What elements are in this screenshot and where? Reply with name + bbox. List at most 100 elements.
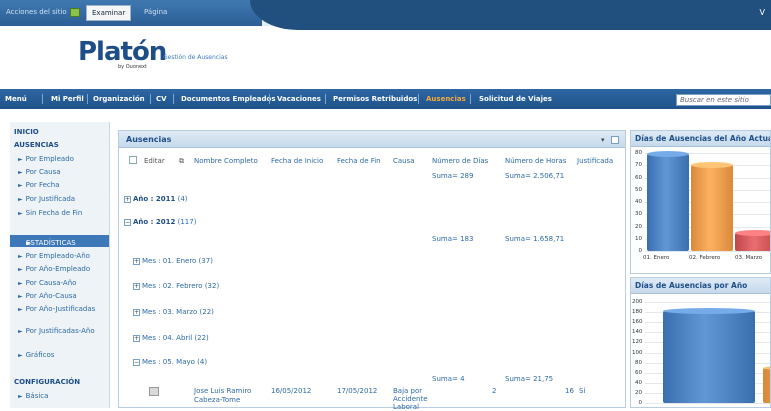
sidebar-item-estadisticas[interactable]: ► ESTADÍSTICAS [10, 235, 109, 247]
bar-2011[interactable] [663, 310, 755, 403]
y-tick-label: 50 [635, 186, 642, 193]
menu-item-cv[interactable]: CV [156, 95, 167, 103]
month-mayo-hours-sum: Suma= 21,75 [505, 375, 554, 383]
menu-separator [42, 94, 43, 104]
bullet-icon: ► [18, 196, 23, 203]
bar-cap [663, 307, 755, 314]
gridline [645, 251, 770, 252]
menu-item-permisos-retribuidos[interactable]: Permisos Retribuidos [333, 95, 417, 103]
menu-separator [470, 94, 471, 104]
sidebar-item-graficos[interactable]: ► Gráficos [18, 351, 54, 360]
group-year-2012[interactable]: − Año : 2012 (117) [124, 218, 196, 226]
tab-pagina[interactable]: Página [144, 8, 167, 16]
sidebar-item-por-empleado-ano[interactable]: ► Por Empleado-Año [18, 252, 90, 261]
group-month-febrero[interactable]: + Mes : 02. Febrero (32) [133, 282, 219, 290]
expand-icon[interactable]: + [124, 195, 131, 203]
y-tick-label: 140 [632, 329, 643, 336]
sidebar-item-basica[interactable]: ► Básica [18, 392, 48, 401]
select-all-checkbox[interactable] [129, 156, 137, 164]
bar-01-enero[interactable] [647, 154, 689, 251]
tab-examinar[interactable]: Examinar [86, 5, 132, 21]
bullet-icon: ► [18, 280, 23, 287]
collapse-icon[interactable]: − [133, 358, 140, 366]
panel-title: Ausencias [126, 135, 172, 144]
column-numero-horas[interactable]: Número de Horas [505, 157, 566, 165]
bar-cap [735, 229, 770, 236]
column-justificada[interactable]: Justificada [577, 157, 613, 165]
user-initial[interactable]: V [760, 8, 765, 17]
site-actions-menu[interactable]: Acciones del sitio [6, 8, 67, 16]
column-fecha-inicio[interactable]: Fecha de Inicio [271, 157, 323, 165]
y-tick-label: 20 [635, 389, 642, 396]
expand-icon[interactable]: + [133, 334, 140, 342]
x-tick-label: 01. Enero [643, 255, 670, 261]
sidebar-item-por-ano-empleado[interactable]: ► Por Año-Empleado [18, 265, 90, 274]
y-tick-label: 40 [635, 379, 642, 386]
sidebar-heading-configuracion[interactable]: CONFIGURACIÓN [14, 378, 80, 386]
sidebar-item-por-empleado[interactable]: ► Por Empleado [18, 155, 74, 164]
group-month-abril[interactable]: + Mes : 04. Abril (22) [133, 334, 209, 342]
y-tick-label: 30 [635, 211, 642, 218]
total-days-sum: Suma= 289 [432, 172, 474, 180]
y-tick-label: 60 [635, 369, 642, 376]
y-tick-label: 70 [635, 162, 642, 169]
edit-icon[interactable] [149, 387, 159, 396]
sidebar-item-por-justificada[interactable]: ► Por Justificada [18, 195, 75, 204]
y-tick-label: 200 [632, 299, 643, 305]
bar-2012[interactable] [763, 367, 770, 403]
y-tick-label: 80 [635, 150, 642, 156]
menu-separator [150, 94, 151, 104]
group-month-mayo[interactable]: − Mes : 05. Mayo (4) [133, 358, 207, 366]
menu-item-documentos-empleados[interactable]: Documentos Empleados [181, 95, 275, 103]
row-causa: Baja por Accidente Laboral [393, 387, 428, 411]
expand-icon[interactable]: + [133, 308, 140, 316]
column-numero-dias[interactable]: Número de Días [432, 157, 488, 165]
sidebar-inicio[interactable]: INICIO [14, 128, 39, 136]
sidebar-item-por-causa-ano[interactable]: ► Por Causa-Año [18, 279, 76, 288]
menu-item-mi-perfil[interactable]: Mi Perfil [51, 95, 84, 103]
browse-icon[interactable] [70, 8, 80, 17]
bullet-icon: ► [18, 169, 23, 176]
bar-02-febrero[interactable] [691, 165, 733, 251]
menu-separator [325, 94, 326, 104]
platon-logo[interactable]: Platón [78, 37, 167, 67]
panel-select-checkbox[interactable] [611, 136, 619, 144]
y-tick-label: 80 [635, 359, 642, 366]
sidebar-item-por-causa[interactable]: ► Por Causa [18, 168, 61, 177]
group-year-2011[interactable]: + Año : 2011 (4) [124, 195, 188, 203]
search-input[interactable]: Buscar en este sitio [676, 94, 771, 106]
sidebar-item-por-ano-causa[interactable]: ► Por Año-Causa [18, 292, 77, 301]
left-sidebar: INICIO AUSENCIAS ► Por Empleado ► Por Caus… [10, 122, 110, 408]
group-month-enero[interactable]: + Mes : 01. Enero (37) [133, 257, 213, 265]
sidebar-item-por-ano-justificadas[interactable]: ► Por Año-Justificadas [18, 305, 98, 314]
sidebar-heading-ausencias[interactable]: AUSENCIAS [14, 141, 59, 149]
chart-panel-per-year: Días de Ausencias por Año 0 20 40 60 80 100 12… [630, 277, 771, 408]
sidebar-item-por-justificadas-ano[interactable]: ► Por Justificadas-Año [18, 327, 98, 336]
column-fecha-fin[interactable]: Fecha de Fin [337, 157, 381, 165]
y-tick-label: 180 [632, 309, 643, 316]
chart-area-current-year: 0 10 20 30 40 50 60 70 80 01. Enero 02. Febrero 03.… [631, 147, 770, 273]
panel-menu-icon[interactable]: ▾ [601, 136, 605, 144]
attachment-icon: ⧉ [179, 157, 184, 165]
x-tick-label: 02. Febrero [689, 255, 721, 261]
column-editar[interactable]: Editar [144, 157, 165, 165]
menu-item-solicitud-viajes[interactable]: Solicitud de Viajes [479, 95, 552, 103]
y-tick-label: 160 [632, 319, 643, 326]
row-nombre: Jose Luis Ramiro Cabeza-Tome [194, 387, 252, 404]
column-nombre-completo[interactable]: Nombre Completo [194, 157, 258, 165]
column-causa[interactable]: Causa [393, 157, 415, 165]
collapse-icon[interactable]: − [124, 218, 131, 226]
menu-item-ausencias[interactable]: Ausencias [426, 95, 466, 103]
main-menu: Menú Mi Perfil Organización CV Documento… [0, 89, 771, 109]
group-month-marzo[interactable]: + Mes : 03. Marzo (22) [133, 308, 214, 316]
year-2012-days-sum: Suma= 183 [432, 235, 474, 243]
menu-item-vacaciones[interactable]: Vacaciones [277, 95, 321, 103]
menu-item-menu[interactable]: Menú [5, 95, 27, 103]
chart-area-per-year: 0 20 40 60 80 100 120 140 160 180 200 [631, 294, 770, 407]
chart-title-current-year: Días de Ausencias del Año Actual [631, 131, 770, 147]
sidebar-item-por-fecha[interactable]: ► Por Fecha [18, 181, 60, 190]
expand-icon[interactable]: + [133, 282, 140, 290]
sidebar-item-sin-fecha-fin[interactable]: ► Sin Fecha de Fin [18, 209, 82, 218]
menu-item-organizacion[interactable]: Organización [93, 95, 145, 103]
expand-icon[interactable]: + [133, 257, 140, 265]
